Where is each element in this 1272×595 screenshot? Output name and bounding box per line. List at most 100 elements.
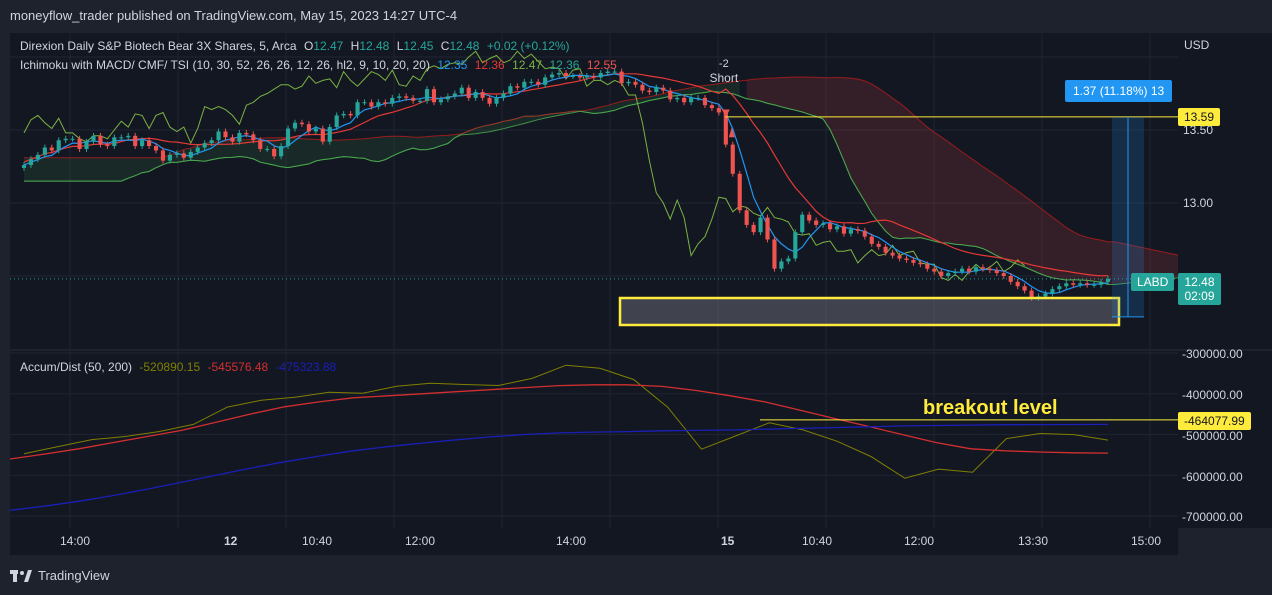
- candle-body: [966, 268, 972, 272]
- ad-tick-5: -700000.00: [1182, 510, 1243, 524]
- candle-body: [480, 92, 485, 98]
- candle-body: [869, 236, 874, 244]
- candle-body: [56, 140, 61, 151]
- high-value: 12.48: [359, 39, 390, 53]
- ad-indicator-label[interactable]: Accum/Dist (50, 200): [20, 360, 132, 374]
- candle-body: [751, 224, 756, 233]
- breakout-level-label: breakout level: [923, 397, 1058, 419]
- time-tick: 10:40: [802, 534, 833, 548]
- accum-dist-axis[interactable]: -300000.00 -400000.00 -500000.00 -600000…: [1178, 347, 1272, 528]
- candle-body: [591, 75, 596, 78]
- candle-body: [501, 93, 506, 98]
- candle-body: [181, 153, 186, 158]
- candle-body: [348, 113, 353, 116]
- candle-body: [709, 105, 714, 109]
- candle-body: [702, 97, 708, 106]
- candle-body: [320, 128, 325, 142]
- price-axis[interactable]: USD 13.50 13.00 13.59 12.48 02:09: [1178, 33, 1272, 349]
- candle-body: [244, 132, 249, 135]
- change-value: +0.02 (+0.12%): [486, 39, 570, 53]
- candle-body: [897, 255, 902, 259]
- time-tick: 13:30: [1018, 534, 1049, 548]
- time-tick: 15: [721, 534, 735, 548]
- candle-body: [452, 93, 457, 97]
- candle-body: [494, 97, 499, 104]
- candle-body: [167, 154, 172, 161]
- candle-body: [619, 71, 624, 84]
- last-price: 12.48: [1184, 275, 1215, 289]
- candle-body: [814, 220, 819, 225]
- candle-body: [390, 97, 395, 104]
- accum-dist-panel[interactable]: Accum/Dist (50, 200) -520890.15 -545576.…: [10, 351, 1178, 528]
- candle-body: [932, 268, 937, 272]
- price-chart[interactable]: -2Short: [10, 33, 1178, 349]
- candle-body: [1022, 286, 1027, 291]
- candle-body: [327, 127, 332, 142]
- candle-body: [960, 268, 965, 272]
- candle-body: [848, 229, 853, 234]
- support-box: [618, 296, 1121, 327]
- candle-body: [160, 150, 166, 161]
- candle-body: [682, 97, 687, 103]
- candle-body: [147, 140, 152, 147]
- candle-body: [695, 97, 701, 99]
- candle-body: [556, 73, 562, 75]
- candle-body: [188, 151, 193, 158]
- ad-ma200-value: -475323.88: [275, 360, 337, 374]
- candle-body: [633, 81, 638, 85]
- candle-body: [800, 214, 805, 233]
- candle-body: [1001, 273, 1006, 276]
- candle-body: [918, 262, 923, 265]
- publisher-header: moneyflow_trader published on TradingVie…: [10, 8, 458, 23]
- time-tick: 12:00: [405, 534, 436, 548]
- candle-body: [438, 99, 443, 103]
- ad-ma50-value: -545576.48: [207, 360, 269, 374]
- ind-value-2: 12.36: [474, 58, 505, 72]
- price-panel[interactable]: -2 Short Direxion Daily S&P Biotech Bear …: [10, 33, 1178, 349]
- candle-body: [953, 271, 958, 274]
- candle-body: [570, 75, 576, 77]
- candle-body: [543, 77, 548, 85]
- candle-body: [251, 134, 256, 141]
- candle-body: [209, 140, 214, 144]
- candle-body: [737, 173, 742, 211]
- candle-body: [28, 159, 34, 166]
- candle-body: [668, 90, 673, 100]
- candle-body: [577, 75, 582, 78]
- candle-body: [626, 81, 631, 84]
- candle-body: [598, 73, 603, 78]
- tradingview-logo-icon: [10, 569, 32, 582]
- candle-body: [285, 128, 291, 147]
- candle-body: [925, 264, 930, 269]
- ad-value: -520890.15: [139, 360, 201, 374]
- symbol-name[interactable]: Direxion Daily S&P Biotech Bear 3X Share…: [20, 39, 297, 53]
- candle-body: [661, 87, 666, 91]
- candle-body: [890, 252, 895, 256]
- candle-body: [1064, 283, 1069, 287]
- candle-body: [730, 144, 735, 174]
- candle-body: [133, 135, 138, 147]
- candle-body: [855, 229, 860, 231]
- candle-body: [834, 226, 840, 230]
- candle-body: [153, 146, 159, 151]
- candle-body: [459, 87, 464, 94]
- candle-body: [369, 102, 374, 107]
- accum-dist-chart[interactable]: [10, 351, 1178, 528]
- low-value: 12.45: [403, 39, 434, 53]
- candle-body: [987, 268, 992, 271]
- candle-body: [841, 226, 847, 234]
- candle-body: [550, 74, 555, 78]
- candle-body: [807, 214, 812, 221]
- candle-body: [529, 81, 534, 83]
- candle-body: [758, 217, 763, 233]
- indicator-legend: Ichimoku with MACD/ CMF/ TSI (10, 30, 52…: [20, 58, 621, 72]
- candle-body: [49, 147, 54, 151]
- time-axis[interactable]: 14:00 12 10:40 12:00 14:00 15 10:40 12:0…: [10, 528, 1178, 555]
- candle-body: [140, 140, 145, 147]
- candle-body: [827, 223, 833, 230]
- candle-body: [445, 96, 450, 100]
- candle-body: [112, 137, 117, 147]
- ichimoku-label[interactable]: Ichimoku with MACD/ CMF/ TSI (10, 30, 52…: [20, 58, 430, 72]
- candle-body: [341, 113, 346, 116]
- candle-body: [383, 102, 388, 104]
